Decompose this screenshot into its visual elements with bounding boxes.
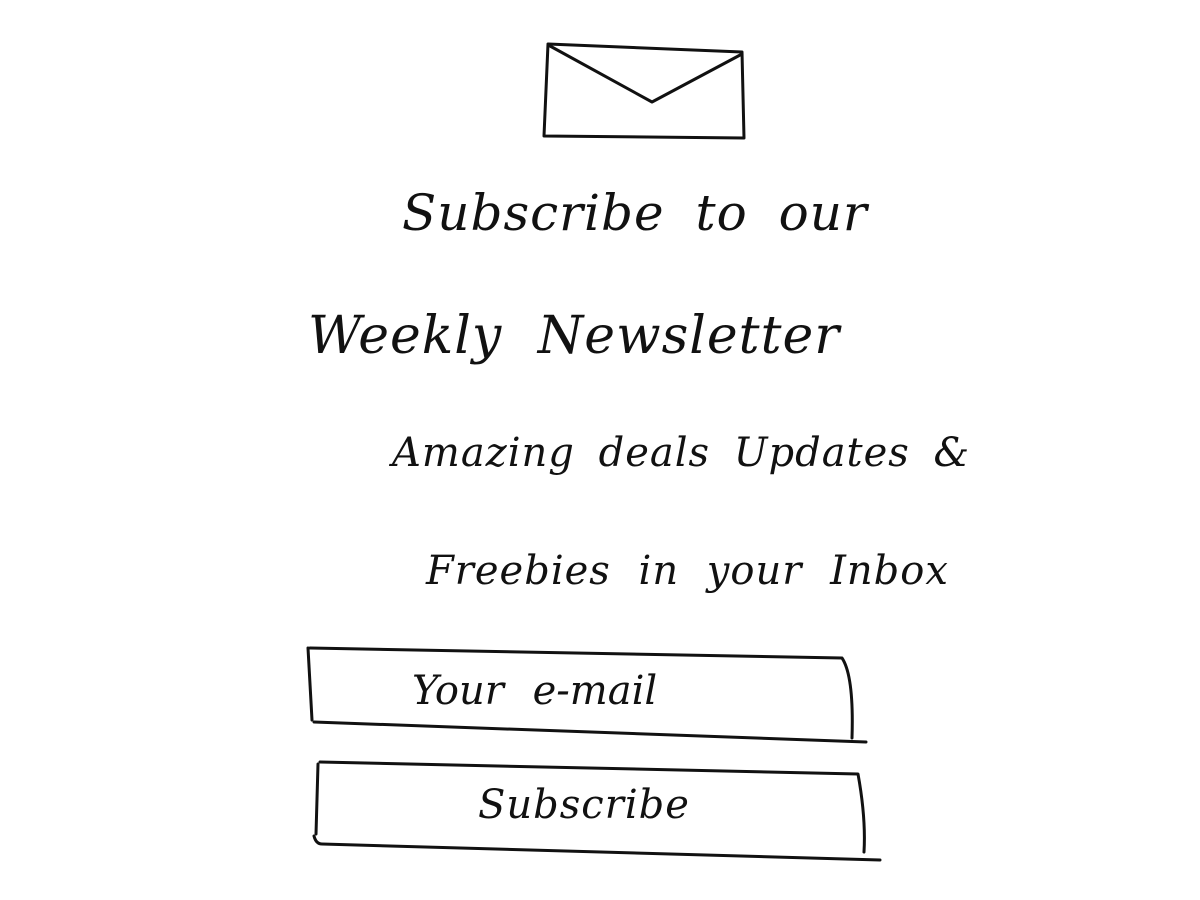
newsletter-sketch-page: { "header": { "icon": "envelope-icon" },… [0,0,1200,900]
subscribe-button-label: Subscribe [478,782,690,828]
envelope-icon [538,38,752,146]
subtitle-line-2: Freebies in your Inbox [426,548,949,594]
title-line-1: Subscribe to our [402,184,868,242]
subtitle-line-1: Amazing deals Updates & [392,430,971,476]
subscribe-button[interactable]: Subscribe [308,758,884,862]
email-field[interactable] [306,642,932,746]
title-line-2: Weekly Newsletter [308,306,841,366]
email-input[interactable] [320,656,932,726]
